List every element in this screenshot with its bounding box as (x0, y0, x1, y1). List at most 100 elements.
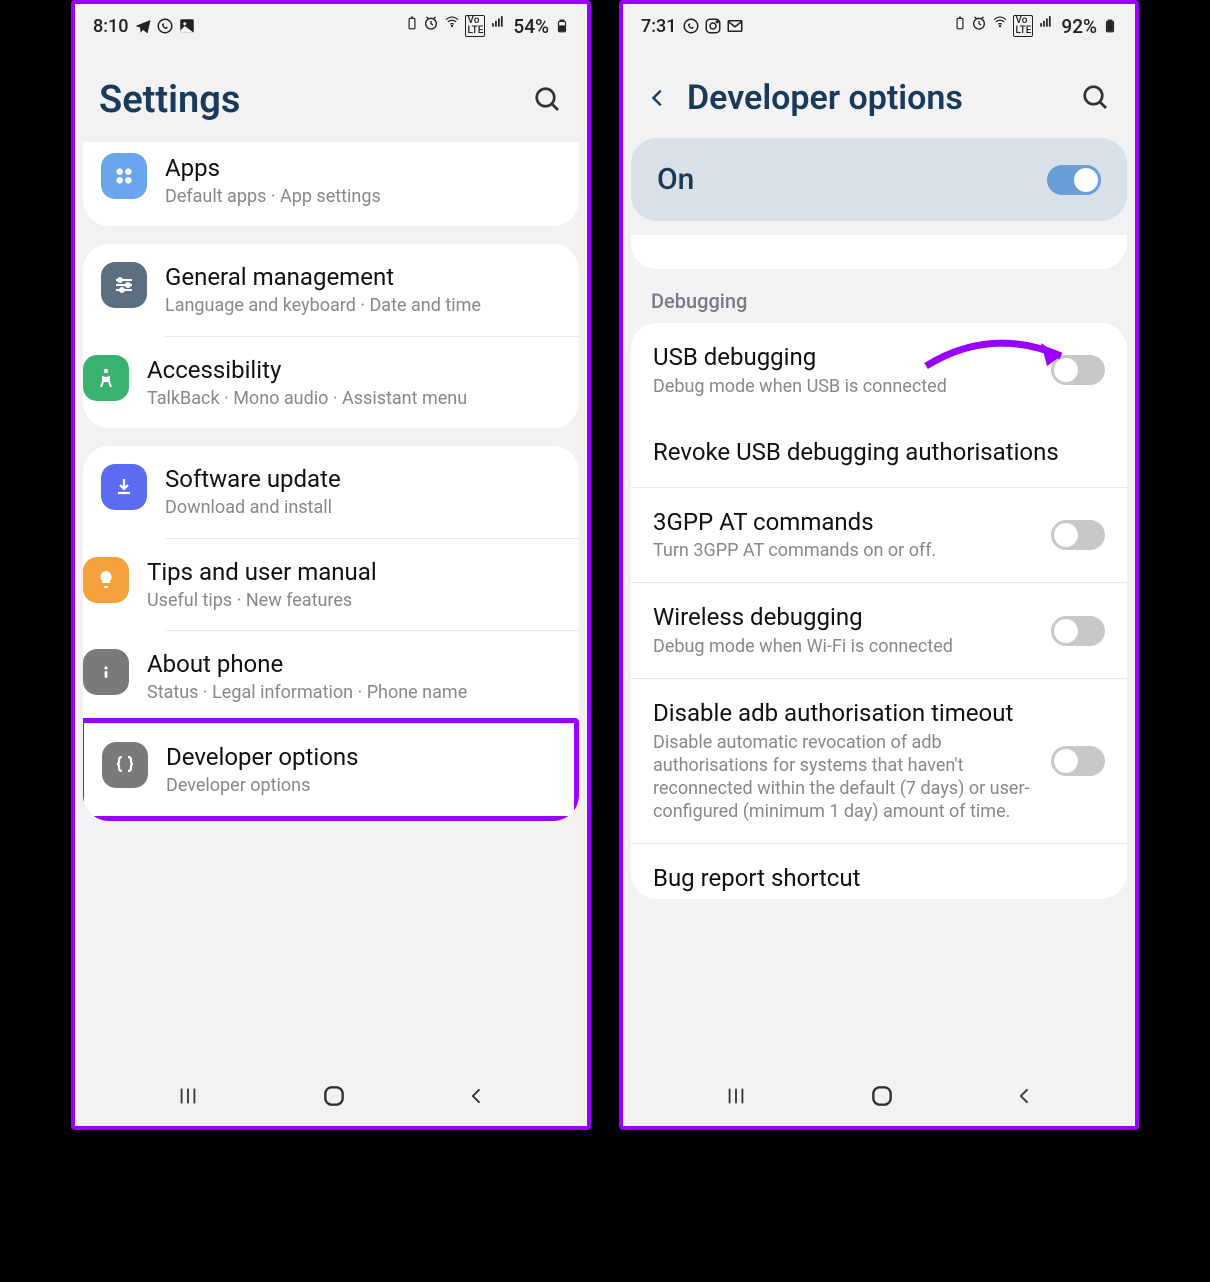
setting-subtitle: Debug mode when USB is connected (653, 375, 1035, 398)
recents-button[interactable] (175, 1085, 201, 1107)
gmail-icon (726, 17, 744, 35)
status-icons-left (682, 17, 744, 35)
setting-adb-timeout[interactable]: Disable adb authorisation timeout Disabl… (631, 678, 1127, 843)
braces-icon (102, 742, 148, 788)
navigation-bar (75, 1066, 587, 1126)
settings-list: Apps Default apps · App settings General… (75, 142, 587, 1066)
toggle-switch[interactable] (1051, 746, 1105, 776)
settings-group: General management Language and keyboard… (83, 244, 579, 428)
status-bar: 8:10 VoLTE 54% (75, 4, 587, 48)
settings-row-apps[interactable]: Apps Default apps · App settings (83, 142, 579, 226)
setting-usb-debugging[interactable]: USB debugging Debug mode when USB is con… (631, 323, 1127, 418)
row-subtitle: Download and install (165, 496, 561, 519)
settings-row-developer-options[interactable]: Developer options Developer options (84, 723, 574, 815)
phone-developer-options: 7:31 VoLTE 92% Developer options O (619, 0, 1139, 1130)
status-time: 8:10 (93, 16, 128, 37)
row-subtitle: Developer options (166, 774, 556, 797)
toggle-switch[interactable] (1051, 355, 1105, 385)
setting-title: Disable adb authorisation timeout (653, 699, 1035, 728)
search-icon[interactable] (533, 85, 563, 115)
settings-row-about[interactable]: About phone Status · Legal information ·… (165, 630, 579, 722)
master-toggle-switch[interactable] (1047, 165, 1101, 195)
row-title: Accessibility (147, 355, 561, 385)
apps-icon (101, 153, 147, 199)
settings-row-accessibility[interactable]: Accessibility TalkBack · Mono audio · As… (165, 336, 579, 428)
general-icon (101, 262, 147, 308)
wifi-icon (443, 15, 461, 29)
accessibility-icon (83, 355, 129, 401)
update-icon (101, 464, 147, 510)
toggle-switch[interactable] (1051, 520, 1105, 550)
status-icons-right: VoLTE (405, 15, 507, 37)
status-bar: 7:31 VoLTE 92% (623, 4, 1135, 48)
setting-title: Wireless debugging (653, 603, 1035, 632)
setting-title: USB debugging (653, 343, 1035, 372)
info-icon (83, 649, 129, 695)
page-title: Settings (99, 78, 515, 122)
navigation-bar (623, 1066, 1135, 1126)
setting-revoke-usb[interactable]: Revoke USB debugging authorisations (631, 418, 1127, 487)
developer-content: On Debugging USB debugging Debug mode wh… (623, 138, 1135, 1066)
toggle-switch[interactable] (1051, 616, 1105, 646)
setting-subtitle: Turn 3GPP AT commands on or off. (653, 539, 1035, 562)
wifi-icon (991, 15, 1009, 29)
back-button[interactable] (467, 1084, 487, 1108)
row-subtitle: Useful tips · New features (147, 589, 561, 612)
home-button[interactable] (869, 1083, 895, 1109)
setting-title: Bug report shortcut (653, 864, 1105, 893)
settings-row-software-update[interactable]: Software update Download and install (83, 446, 579, 537)
settings-header: Settings (75, 48, 587, 142)
developer-header: Developer options (623, 48, 1135, 138)
setting-subtitle: Disable automatic revocation of adb auth… (653, 731, 1035, 823)
master-toggle-label: On (657, 162, 694, 197)
battery-icon (555, 16, 569, 36)
settings-row-tips[interactable]: Tips and user manual Useful tips · New f… (165, 538, 579, 630)
section-label: Debugging (631, 275, 1127, 323)
row-subtitle: Language and keyboard · Date and time (165, 294, 561, 317)
highlight-annotation: Developer options Developer options (83, 718, 579, 820)
row-subtitle: TalkBack · Mono audio · Assistant menu (147, 387, 561, 410)
battery-saver-icon (953, 15, 967, 31)
battery-saver-icon (405, 15, 419, 31)
back-icon[interactable] (647, 87, 669, 109)
settings-group: Apps Default apps · App settings (83, 142, 579, 226)
row-title: General management (165, 262, 561, 292)
back-button[interactable] (1015, 1084, 1035, 1108)
signal-icon (489, 15, 507, 29)
image-icon (178, 17, 196, 35)
row-title: Tips and user manual (147, 557, 561, 587)
row-title: Apps (165, 153, 561, 183)
setting-3gpp[interactable]: 3GPP AT commands Turn 3GPP AT commands o… (631, 487, 1127, 583)
status-icons-right: VoLTE (953, 15, 1055, 37)
instagram-icon (704, 17, 722, 35)
volte-icon: VoLTE (1013, 15, 1033, 37)
settings-row-general[interactable]: General management Language and keyboard… (83, 244, 579, 335)
setting-subtitle: Debug mode when Wi-Fi is connected (653, 635, 1035, 658)
phone-settings: 8:10 VoLTE 54% Settings (71, 0, 591, 1130)
signal-icon (1037, 15, 1055, 29)
search-icon[interactable] (1081, 83, 1111, 113)
setting-wireless-debugging[interactable]: Wireless debugging Debug mode when Wi-Fi… (631, 582, 1127, 678)
telegram-icon (134, 17, 152, 35)
row-title: Software update (165, 464, 561, 494)
battery-percent: 54% (513, 15, 549, 38)
setting-title: 3GPP AT commands (653, 508, 1035, 537)
recents-button[interactable] (723, 1085, 749, 1107)
home-button[interactable] (321, 1083, 347, 1109)
row-subtitle: Status · Legal information · Phone name (147, 681, 561, 704)
bulb-icon (83, 557, 129, 603)
master-toggle-row[interactable]: On (631, 138, 1127, 221)
whatsapp-icon (682, 17, 700, 35)
alarm-icon (423, 15, 439, 31)
row-subtitle: Default apps · App settings (165, 185, 561, 208)
setting-bug-report[interactable]: Bug report shortcut (631, 843, 1127, 899)
debugging-card: USB debugging Debug mode when USB is con… (631, 323, 1127, 899)
volte-icon: VoLTE (465, 15, 485, 37)
settings-group: Software update Download and install Tip… (83, 446, 579, 821)
alarm-icon (971, 15, 987, 31)
page-title: Developer options (687, 78, 1063, 118)
status-time: 7:31 (641, 16, 676, 37)
setting-title: Revoke USB debugging authorisations (653, 438, 1105, 467)
battery-percent: 92% (1061, 15, 1097, 38)
status-icons-left (134, 17, 196, 35)
